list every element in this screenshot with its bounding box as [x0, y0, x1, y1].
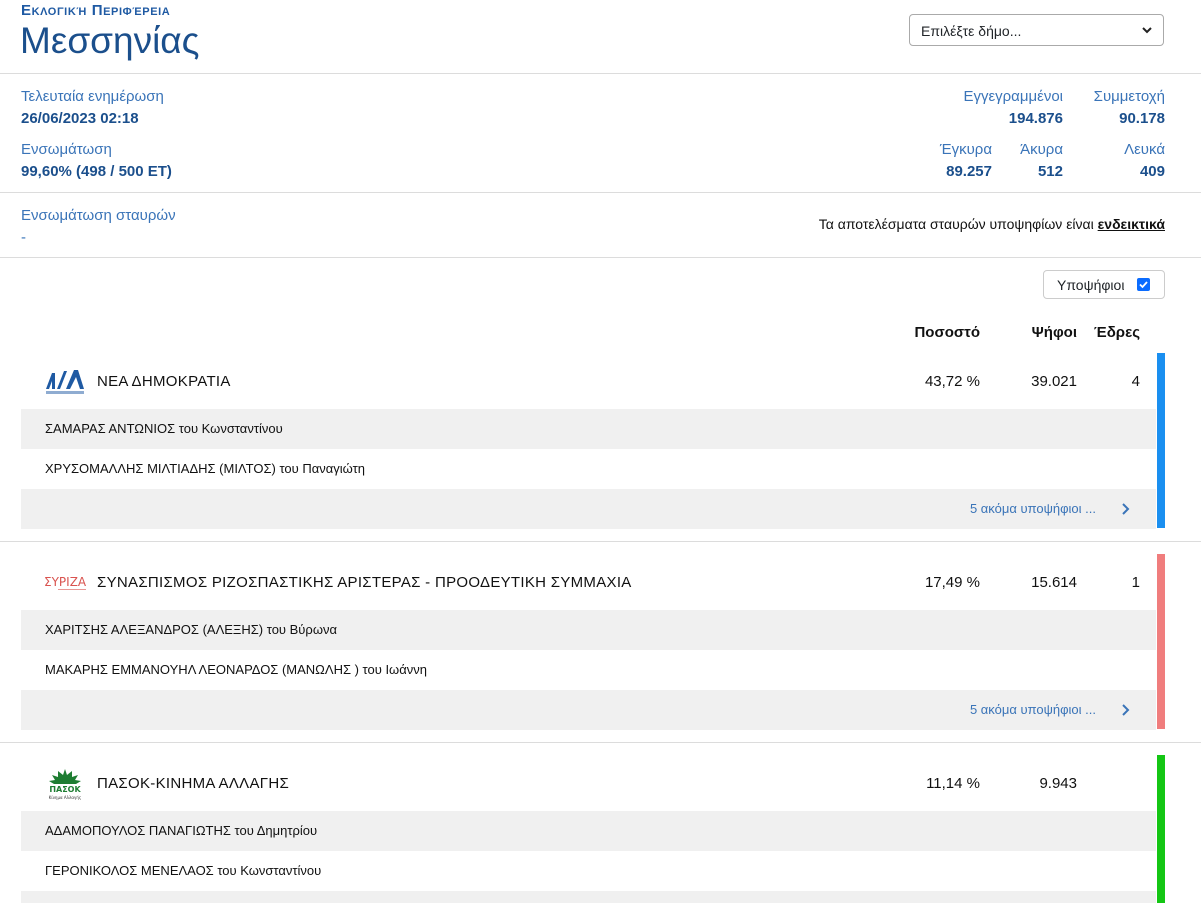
candidate-row[interactable]: ΧΡΥΣΟΜΑΛΛΗΣ ΜΙΛΤΙΑΔΗΣ (ΜΙΛΤΟΣ) του Παναγ…: [21, 449, 1156, 489]
incorporation-label: Ενσωμάτωση: [21, 141, 112, 158]
invalid-value: 512: [1037, 163, 1063, 180]
registered-value: 194.876: [1008, 110, 1063, 127]
candidate-name: ΧΑΡΙΤΣΗΣ ΑΛΕΞΑΝΔΡΟΣ (ΑΛΕΞΗΣ) του Βύρωνα: [45, 622, 337, 637]
candidate-name: ΣΑΜΑΡΑΣ ΑΝΤΩΝΙΟΣ του Κωνσταντίνου: [45, 421, 283, 436]
last-update-value: 26/06/2023 02:18: [21, 110, 139, 127]
chevron-right-icon: [1122, 503, 1130, 515]
candidate-row[interactable]: ΧΑΡΙΤΣΗΣ ΑΛΕΞΑΝΔΡΟΣ (ΑΛΕΞΗΣ) του Βύρωνα: [21, 610, 1156, 650]
more-candidates-link[interactable]: 5 ακόμα υποψήφιοι ...: [970, 501, 1096, 516]
candidate-row[interactable]: ΑΔΑΜΟΠΟΥΛΟΣ ΠΑΝΑΓΙΩΤΗΣ του Δημητρίου: [21, 811, 1156, 851]
party-color-bar: [1157, 353, 1165, 528]
municipality-select[interactable]: Επιλέξτε δήμο...: [909, 14, 1164, 46]
candidate-row[interactable]: ΣΑΜΑΡΑΣ ΑΝΤΩΝΙΟΣ του Κωνσταντίνου: [21, 409, 1156, 449]
more-candidates-row[interactable]: 5 ακόμα υποψήφιοι ...: [21, 690, 1156, 730]
blank-label: Λευκά: [1124, 141, 1165, 158]
party-color-bar: [1157, 755, 1165, 903]
party-name[interactable]: ΣΥΝΑΣΠΙΣΜΟΣ ΡΙΖΟΣΠΑΣΤΙΚΗΣ ΑΡΙΣΤΕΡΑΣ - ΠΡ…: [97, 574, 632, 591]
region-label: Εκλογική Περιφέρεια: [21, 2, 171, 19]
party-seats: 4: [1131, 373, 1140, 390]
party-seats: 1: [1131, 574, 1140, 591]
candidate-row[interactable]: ΓΕΡΟΝΙΚΟΛΟΣ ΜΕΝΕΛΑΟΣ του Κωνσταντίνου: [21, 851, 1156, 891]
pasok-logo-icon: ΠΑΣΟΚ Κίνημα Αλλαγής: [49, 769, 82, 800]
registered-label: Εγγεγραμμένοι: [963, 88, 1063, 105]
candidate-row[interactable]: ΜΑΚΑΡΗΣ ΕΜΜΑΝΟΥΗΛ ΛΕΟΝΑΡΔΟΣ (ΜΑΝΩΛΗΣ ) τ…: [21, 650, 1156, 690]
invalid-label: Άκυρα: [1020, 141, 1063, 158]
turnout-value: 90.178: [1119, 110, 1165, 127]
party-color-bar: [1157, 554, 1165, 729]
last-update-label: Τελευταία ενημέρωση: [21, 88, 164, 105]
candidate-name: ΜΑΚΑΡΗΣ ΕΜΜΑΝΟΥΗΛ ΛΕΟΝΑΡΔΟΣ (ΜΑΝΩΛΗΣ ) τ…: [45, 662, 427, 677]
party-percent: 17,49 %: [924, 574, 980, 591]
candidate-row[interactable]: [21, 891, 1156, 903]
chevron-right-icon: [1122, 704, 1130, 716]
valid-value: 89.257: [946, 163, 992, 180]
party-name[interactable]: ΝΕΑ ΔΗΜΟΚΡΑΤΙΑ: [97, 373, 231, 390]
divider: [0, 192, 1201, 193]
checkmark-icon: [1139, 281, 1148, 289]
candidate-name: ΧΡΥΣΟΜΑΛΛΗΣ ΜΙΛΤΙΑΔΗΣ (ΜΙΛΤΟΣ) του Παναγ…: [45, 461, 365, 476]
column-seats: Έδρες: [1093, 324, 1140, 341]
more-candidates-link[interactable]: 5 ακόμα υποψήφιοι ...: [970, 702, 1096, 717]
cross-incorporation-value: -: [21, 229, 26, 246]
syriza-logo-text: ΣΥΡΙΖΑ: [44, 575, 87, 589]
candidates-checkbox[interactable]: [1137, 278, 1150, 291]
incorporation-value: 99,60% (498 / 500 ΕΤ): [21, 163, 172, 180]
candidate-name: ΓΕΡΟΝΙΚΟΛΟΣ ΜΕΝΕΛΑΟΣ του Κωνσταντίνου: [45, 863, 322, 878]
chevron-down-icon: [1142, 27, 1152, 34]
indicative-link[interactable]: ενδεικτικά: [1098, 216, 1165, 232]
candidates-toggle-label: Υποψήφιοι: [1057, 277, 1125, 293]
blank-value: 409: [1139, 163, 1165, 180]
divider: [0, 541, 1201, 542]
more-candidates-row[interactable]: 5 ακόμα υποψήφιοι ...: [21, 489, 1156, 529]
column-percent: Ποσοστό: [914, 324, 980, 341]
party-votes: 15.614: [1031, 574, 1077, 591]
candidates-toggle[interactable]: Υποψήφιοι: [1043, 270, 1165, 299]
candidate-name: ΑΔΑΜΟΠΟΥΛΟΣ ΠΑΝΑΓΙΩΤΗΣ του Δημητρίου: [45, 823, 318, 838]
valid-label: Έγκυρα: [939, 141, 992, 158]
divider: [0, 742, 1201, 743]
pasok-logo-subtext: Κίνημα Αλλαγής: [49, 795, 82, 800]
party-votes: 9.943: [1039, 775, 1077, 792]
region-name: Μεσσηνίας: [20, 20, 200, 61]
pasok-logo-text: ΠΑΣΟΚ: [49, 785, 81, 794]
indicative-note-text: Τα αποτελέσματα σταυρών υποψηφίων είναι: [818, 216, 1094, 232]
indicative-note: Τα αποτελέσματα σταυρών υποψηφίων είναι …: [700, 216, 1165, 232]
municipality-select-value: Επιλέξτε δήμο...: [921, 23, 1022, 39]
cross-incorporation-label: Ενσωμάτωση σταυρών: [21, 207, 176, 224]
party-percent: 11,14 %: [926, 775, 980, 792]
syriza-logo-icon: ΣΥΡΙΖΑ: [44, 575, 87, 590]
party-votes: 39.021: [1031, 373, 1077, 390]
divider: [0, 73, 1201, 74]
divider: [0, 257, 1201, 258]
nd-logo-icon: [46, 370, 84, 394]
column-votes: Ψήφοι: [1031, 324, 1077, 341]
turnout-label: Συμμετοχή: [1093, 88, 1165, 105]
party-name[interactable]: ΠΑΣΟΚ-ΚΙΝΗΜΑ ΑΛΛΑΓΗΣ: [97, 775, 289, 792]
party-percent: 43,72 %: [924, 373, 980, 390]
